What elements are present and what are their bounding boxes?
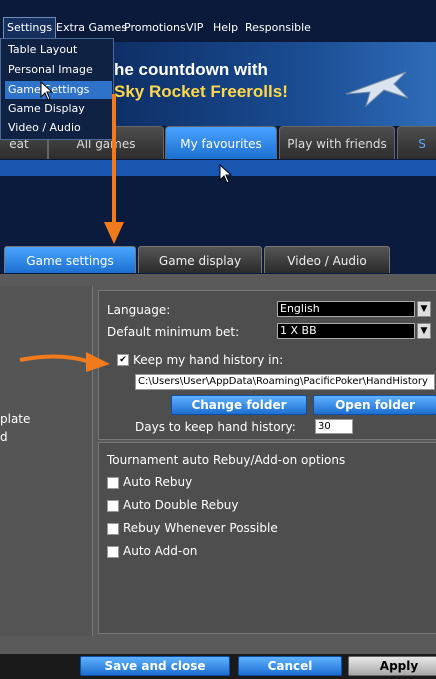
lobby-content-strip	[0, 160, 436, 176]
tab-s[interactable]: S	[397, 126, 436, 159]
auto-rebuy-checkbox[interactable]	[107, 477, 119, 489]
settings-dropdown-menu: Table Layout Personal Image Game Setting…	[0, 38, 114, 140]
menu-item-table-layout[interactable]: Table Layout	[5, 41, 112, 59]
apply-button[interactable]: Apply	[348, 656, 436, 676]
auto-rebuy-label: Auto Rebuy	[123, 475, 193, 489]
hand-history-label: Keep my hand history in:	[133, 353, 284, 367]
settings-tabs: Game settings Game display Video / Audio	[0, 240, 436, 274]
menu-settings[interactable]: Settings	[3, 17, 57, 39]
game-settings-group: Language: English ▼ Default minimum bet:…	[98, 290, 436, 440]
menu-extra-games[interactable]: Extra Games	[56, 18, 127, 38]
left-pane-item: plate	[0, 412, 31, 426]
top-menu-bar: Settings Extra Games Promotions VIP Help…	[0, 0, 436, 42]
change-folder-button[interactable]: Change folder	[171, 395, 307, 415]
min-bet-label: Default minimum bet:	[107, 325, 240, 339]
rebuy-whenever-possible-label: Rebuy Whenever Possible	[123, 521, 278, 535]
hand-history-checkbox[interactable]: ✔	[117, 354, 129, 366]
language-select[interactable]: English	[277, 301, 415, 317]
tab-play-with-friends[interactable]: Play with friends	[279, 126, 395, 159]
cancel-button[interactable]: Cancel	[238, 656, 342, 676]
open-folder-button[interactable]: Open folder	[313, 395, 436, 415]
tab-game-display[interactable]: Game display	[138, 246, 262, 273]
tab-my-favourites[interactable]: My favourites	[165, 126, 277, 159]
days-label: Days to keep hand history:	[135, 420, 296, 434]
mouse-cursor-icon	[219, 164, 233, 184]
chevron-down-icon[interactable]: ▼	[417, 301, 431, 317]
chevron-down-icon[interactable]: ▼	[417, 323, 431, 339]
tab-video-audio[interactable]: Video / Audio	[264, 246, 390, 273]
days-input[interactable]: 30	[315, 419, 353, 434]
promo-banner[interactable]: he countdown with Sky Rocket Freerolls!	[100, 42, 436, 126]
banner-line-2: Sky Rocket Freerolls!	[114, 82, 288, 101]
menu-item-game-settings[interactable]: Game Settings	[5, 81, 112, 99]
menu-responsible[interactable]: Responsible	[245, 18, 311, 38]
mouse-cursor-icon	[40, 81, 54, 101]
auto-double-rebuy-checkbox[interactable]	[107, 500, 119, 512]
left-pane: plate d	[0, 286, 93, 636]
jet-icon	[345, 71, 409, 108]
tournament-heading: Tournament auto Rebuy/Add-on options	[107, 453, 346, 467]
menu-help[interactable]: Help	[213, 18, 238, 38]
menu-promotions[interactable]: Promotions	[124, 18, 186, 38]
auto-add-on-checkbox[interactable]	[107, 546, 119, 558]
auto-add-on-label: Auto Add-on	[123, 544, 198, 558]
auto-double-rebuy-label: Auto Double Rebuy	[123, 498, 239, 512]
min-bet-select[interactable]: 1 X BB	[277, 323, 415, 339]
menu-vip[interactable]: VIP	[186, 18, 203, 38]
tab-game-settings[interactable]: Game settings	[4, 246, 136, 273]
footer-bar: Save and close Cancel Apply	[0, 654, 436, 679]
rebuy-whenever-possible-checkbox[interactable]	[107, 523, 119, 535]
language-label: Language:	[107, 303, 171, 317]
tournament-options-group: Tournament auto Rebuy/Add-on options Aut…	[98, 442, 436, 634]
hand-history-path-field[interactable]: C:\Users\User\AppData\Roaming\PacificPok…	[135, 374, 435, 390]
save-and-close-button[interactable]: Save and close	[80, 656, 230, 676]
menu-item-video-audio[interactable]: Video / Audio	[5, 119, 112, 137]
left-pane-item: d	[0, 430, 8, 444]
menu-item-personal-image[interactable]: Personal Image	[5, 61, 112, 79]
menu-item-game-display[interactable]: Game Display	[5, 100, 112, 118]
banner-line-1: he countdown with	[114, 60, 268, 79]
